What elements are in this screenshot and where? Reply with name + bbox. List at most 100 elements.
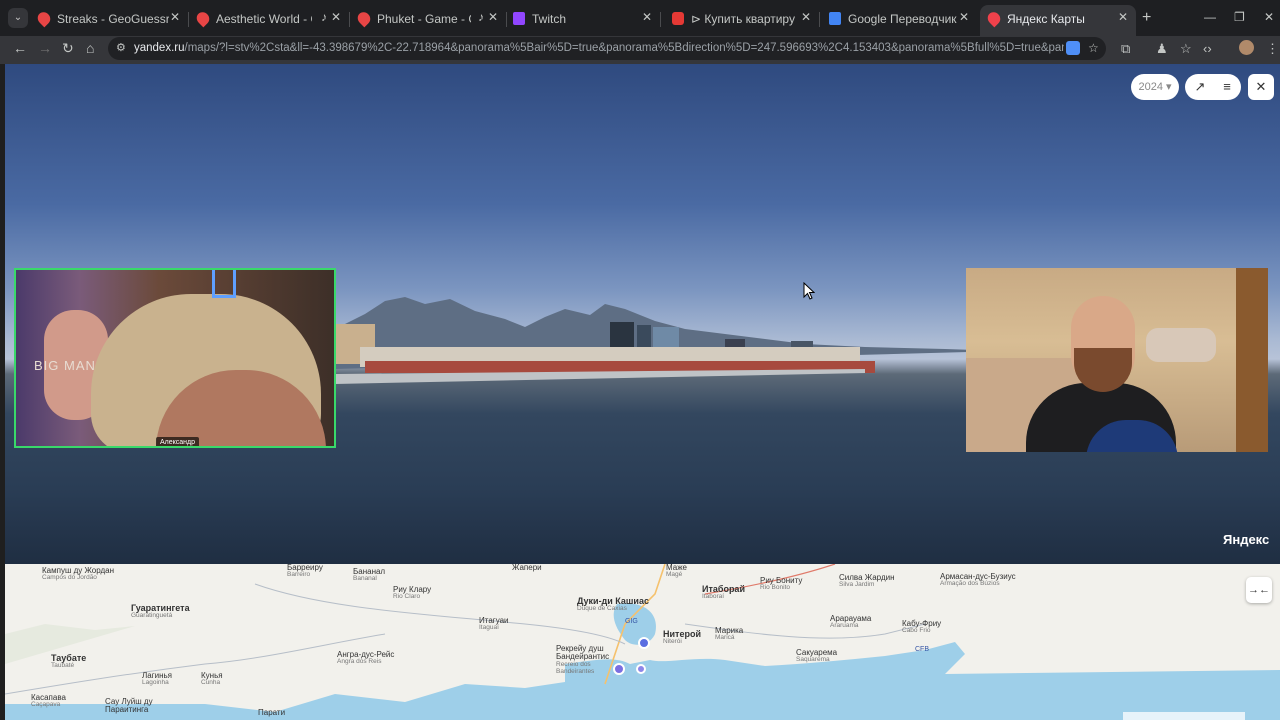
webcam-right (966, 268, 1268, 452)
tab-title: Phuket - Game - GeoGuess (377, 12, 471, 26)
tab-separator (660, 12, 661, 27)
balloon-marker[interactable] (613, 663, 625, 675)
map-label: Маже Magé (666, 564, 688, 579)
balloon-marker[interactable] (636, 664, 646, 674)
webcam-door (1236, 268, 1268, 452)
close-icon[interactable]: ✕ (170, 10, 180, 24)
map-label: Кунья Cunha (201, 671, 223, 687)
tab-title: Aesthetic World - Game - G (216, 12, 312, 26)
map-label: Барреиру Barreiro (287, 564, 323, 579)
tab-yandex-maps[interactable]: Яндекс Карты ✕ (980, 5, 1136, 36)
tab-title: Яндекс Карты (1007, 12, 1085, 26)
devtools-icon[interactable]: ‹› (1203, 41, 1212, 56)
mini-map[interactable]: Кампуш ду Жордан Campos do Jordão Гуарати… (5, 564, 1280, 720)
close-icon[interactable]: ✕ (801, 10, 811, 24)
new-tab-button[interactable]: + (1142, 9, 1151, 27)
map-label: Таубате Taubaté (51, 653, 87, 670)
map-label: Ангра-дус-Рейс Angra dos Reis (337, 650, 395, 666)
youtube-icon (672, 12, 684, 25)
incognito-icon[interactable]: ♟ (1156, 41, 1168, 57)
collapse-map-button[interactable]: →← (1246, 577, 1272, 603)
url-text[interactable]: yandex.ru/maps/?l=stv%2Csta&ll=-43.39867… (134, 42, 1064, 54)
back-arrow-icon[interactable]: ← (13, 40, 27, 56)
geoguessr-pin-icon (194, 9, 212, 28)
close-icon[interactable]: ✕ (642, 10, 652, 24)
map-label: Сакуарема Saquarema (796, 648, 838, 664)
close-icon[interactable]: ✕ (331, 10, 341, 24)
geoguessr-pin-icon (35, 9, 53, 28)
webcam-left: BIG MANGO Александр (14, 268, 336, 448)
browser-toolbar: ← → ↻ ⌂ ⚙ yandex.ru/maps/?l=stv%2Csta&ll… (0, 36, 1280, 64)
close-panorama-button[interactable]: ✕ (1248, 74, 1274, 100)
location-marker[interactable] (638, 637, 650, 649)
map-label: Риу Бониту Rio Bonito (760, 576, 803, 592)
minimize-icon[interactable]: — (1204, 10, 1216, 24)
reload-icon[interactable]: ↻ (62, 40, 74, 57)
tab-title: Twitch (532, 12, 567, 26)
muted-icon[interactable]: ♪ (478, 10, 484, 24)
twitch-icon (513, 12, 525, 25)
tab-search-button[interactable]: ⌄ (8, 8, 28, 28)
map-label: Лагинья Lagoinha (142, 671, 173, 687)
map-label: Гуаратингета Guaratinguetá (131, 603, 190, 620)
tab-streaks[interactable]: Streaks - GeoGuessr ✕ (30, 5, 189, 32)
page-viewport: 2024 ▾ ↗ ≡ ✕ Яндекс BIG MANGO Александр (5, 64, 1280, 720)
airport-label: GIG (625, 618, 638, 625)
close-icon[interactable]: ✕ (959, 10, 969, 24)
map-attribution[interactable] (1123, 712, 1245, 720)
aerial-panorama[interactable]: 2024 ▾ ↗ ≡ ✕ Яндекс BIG MANGO Александр (5, 64, 1280, 564)
year-value: 2024 (1138, 81, 1163, 93)
tab-aesthetic-world[interactable]: Aesthetic World - Game - G ♪ ✕ (189, 5, 350, 32)
google-translate-icon (829, 12, 841, 25)
tab-bar: ⌄ Streaks - GeoGuessr ✕ Aesthetic World … (0, 0, 1280, 36)
bookmarks-icon[interactable]: ☆ (1180, 41, 1192, 57)
menu-icon[interactable]: ≡ (1213, 74, 1241, 100)
tab-title: ⊳ Купить квартиру на Пхукет (691, 12, 795, 26)
neon-sign (212, 270, 236, 298)
map-label: Арарауама Araruama (830, 614, 872, 630)
open-external-icon[interactable]: ↗ (1185, 74, 1215, 100)
yandex-logo: Яндекс (1223, 532, 1270, 547)
install-app-icon[interactable] (1066, 41, 1080, 55)
map-label: Нитерой Niterói (663, 629, 701, 646)
map-label: Итагуаи Itaguaí (479, 616, 509, 632)
close-icon[interactable]: ✕ (488, 10, 498, 24)
map-label: Итаборай Itaboraí (702, 584, 745, 601)
tab-phuket-apartment[interactable]: ⊳ Купить квартиру на Пхукет ✕ (664, 5, 820, 32)
tab-separator (819, 12, 820, 27)
tab-google-translate[interactable]: Google Переводчик ✕ (821, 5, 977, 32)
map-label: Бананал Bananal (353, 567, 386, 583)
bookmark-star-icon[interactable]: ☆ (1088, 41, 1099, 55)
tab-phuket[interactable]: Phuket - Game - GeoGuess ♪ ✕ (350, 5, 507, 32)
map-label: Марика Maricá (715, 626, 744, 642)
extensions-icon[interactable]: ⧉ (1121, 41, 1130, 57)
site-settings-icon[interactable]: ⚙ (116, 41, 126, 54)
map-label: Касапава Caçapava (31, 693, 66, 709)
map-label: Риу Клару Rio Claro (393, 585, 432, 601)
yandex-maps-pin-icon (985, 9, 1003, 28)
close-icon[interactable]: ✕ (1118, 10, 1128, 24)
map-label: Жапери (512, 564, 542, 572)
webcam-name-label: Александр (156, 437, 200, 446)
tab-twitch[interactable]: Twitch ✕ (505, 5, 661, 32)
tab-title: Google Переводчик (848, 12, 957, 26)
geoguessr-pin-icon (355, 9, 373, 28)
restore-icon[interactable]: ❐ (1234, 10, 1245, 24)
map-label: Силва Жардин Silva Jardim (839, 573, 895, 589)
year-selector[interactable]: 2024 ▾ (1131, 74, 1179, 100)
airport-label: CFB (915, 646, 929, 653)
muted-icon[interactable]: ♪ (321, 10, 327, 24)
url-host: yandex.ru (134, 42, 185, 54)
address-bar[interactable]: ⚙ yandex.ru/maps/?l=stv%2Csta&ll=-43.398… (108, 37, 1106, 60)
home-icon[interactable]: ⌂ (86, 40, 94, 56)
map-label: Сау Луйш ду Параитинга (105, 697, 153, 715)
map-label: Дуки-ди Кашиас Duque de Caxias (577, 596, 649, 613)
menu-dots-icon[interactable]: ⋮ (1266, 41, 1279, 57)
map-label: Кампуш ду Жордан Campos do Jordão (42, 566, 115, 582)
map-label: Армасан-дус-Бузиус Armação dos Búzios (940, 572, 1016, 588)
window-close-icon[interactable]: ✕ (1264, 10, 1274, 24)
mouse-cursor-icon (803, 282, 815, 300)
map-label: Кабу-Фриу Cabo Frio (902, 619, 942, 635)
profile-avatar[interactable] (1239, 40, 1254, 55)
forward-arrow-icon[interactable]: → (38, 40, 52, 56)
